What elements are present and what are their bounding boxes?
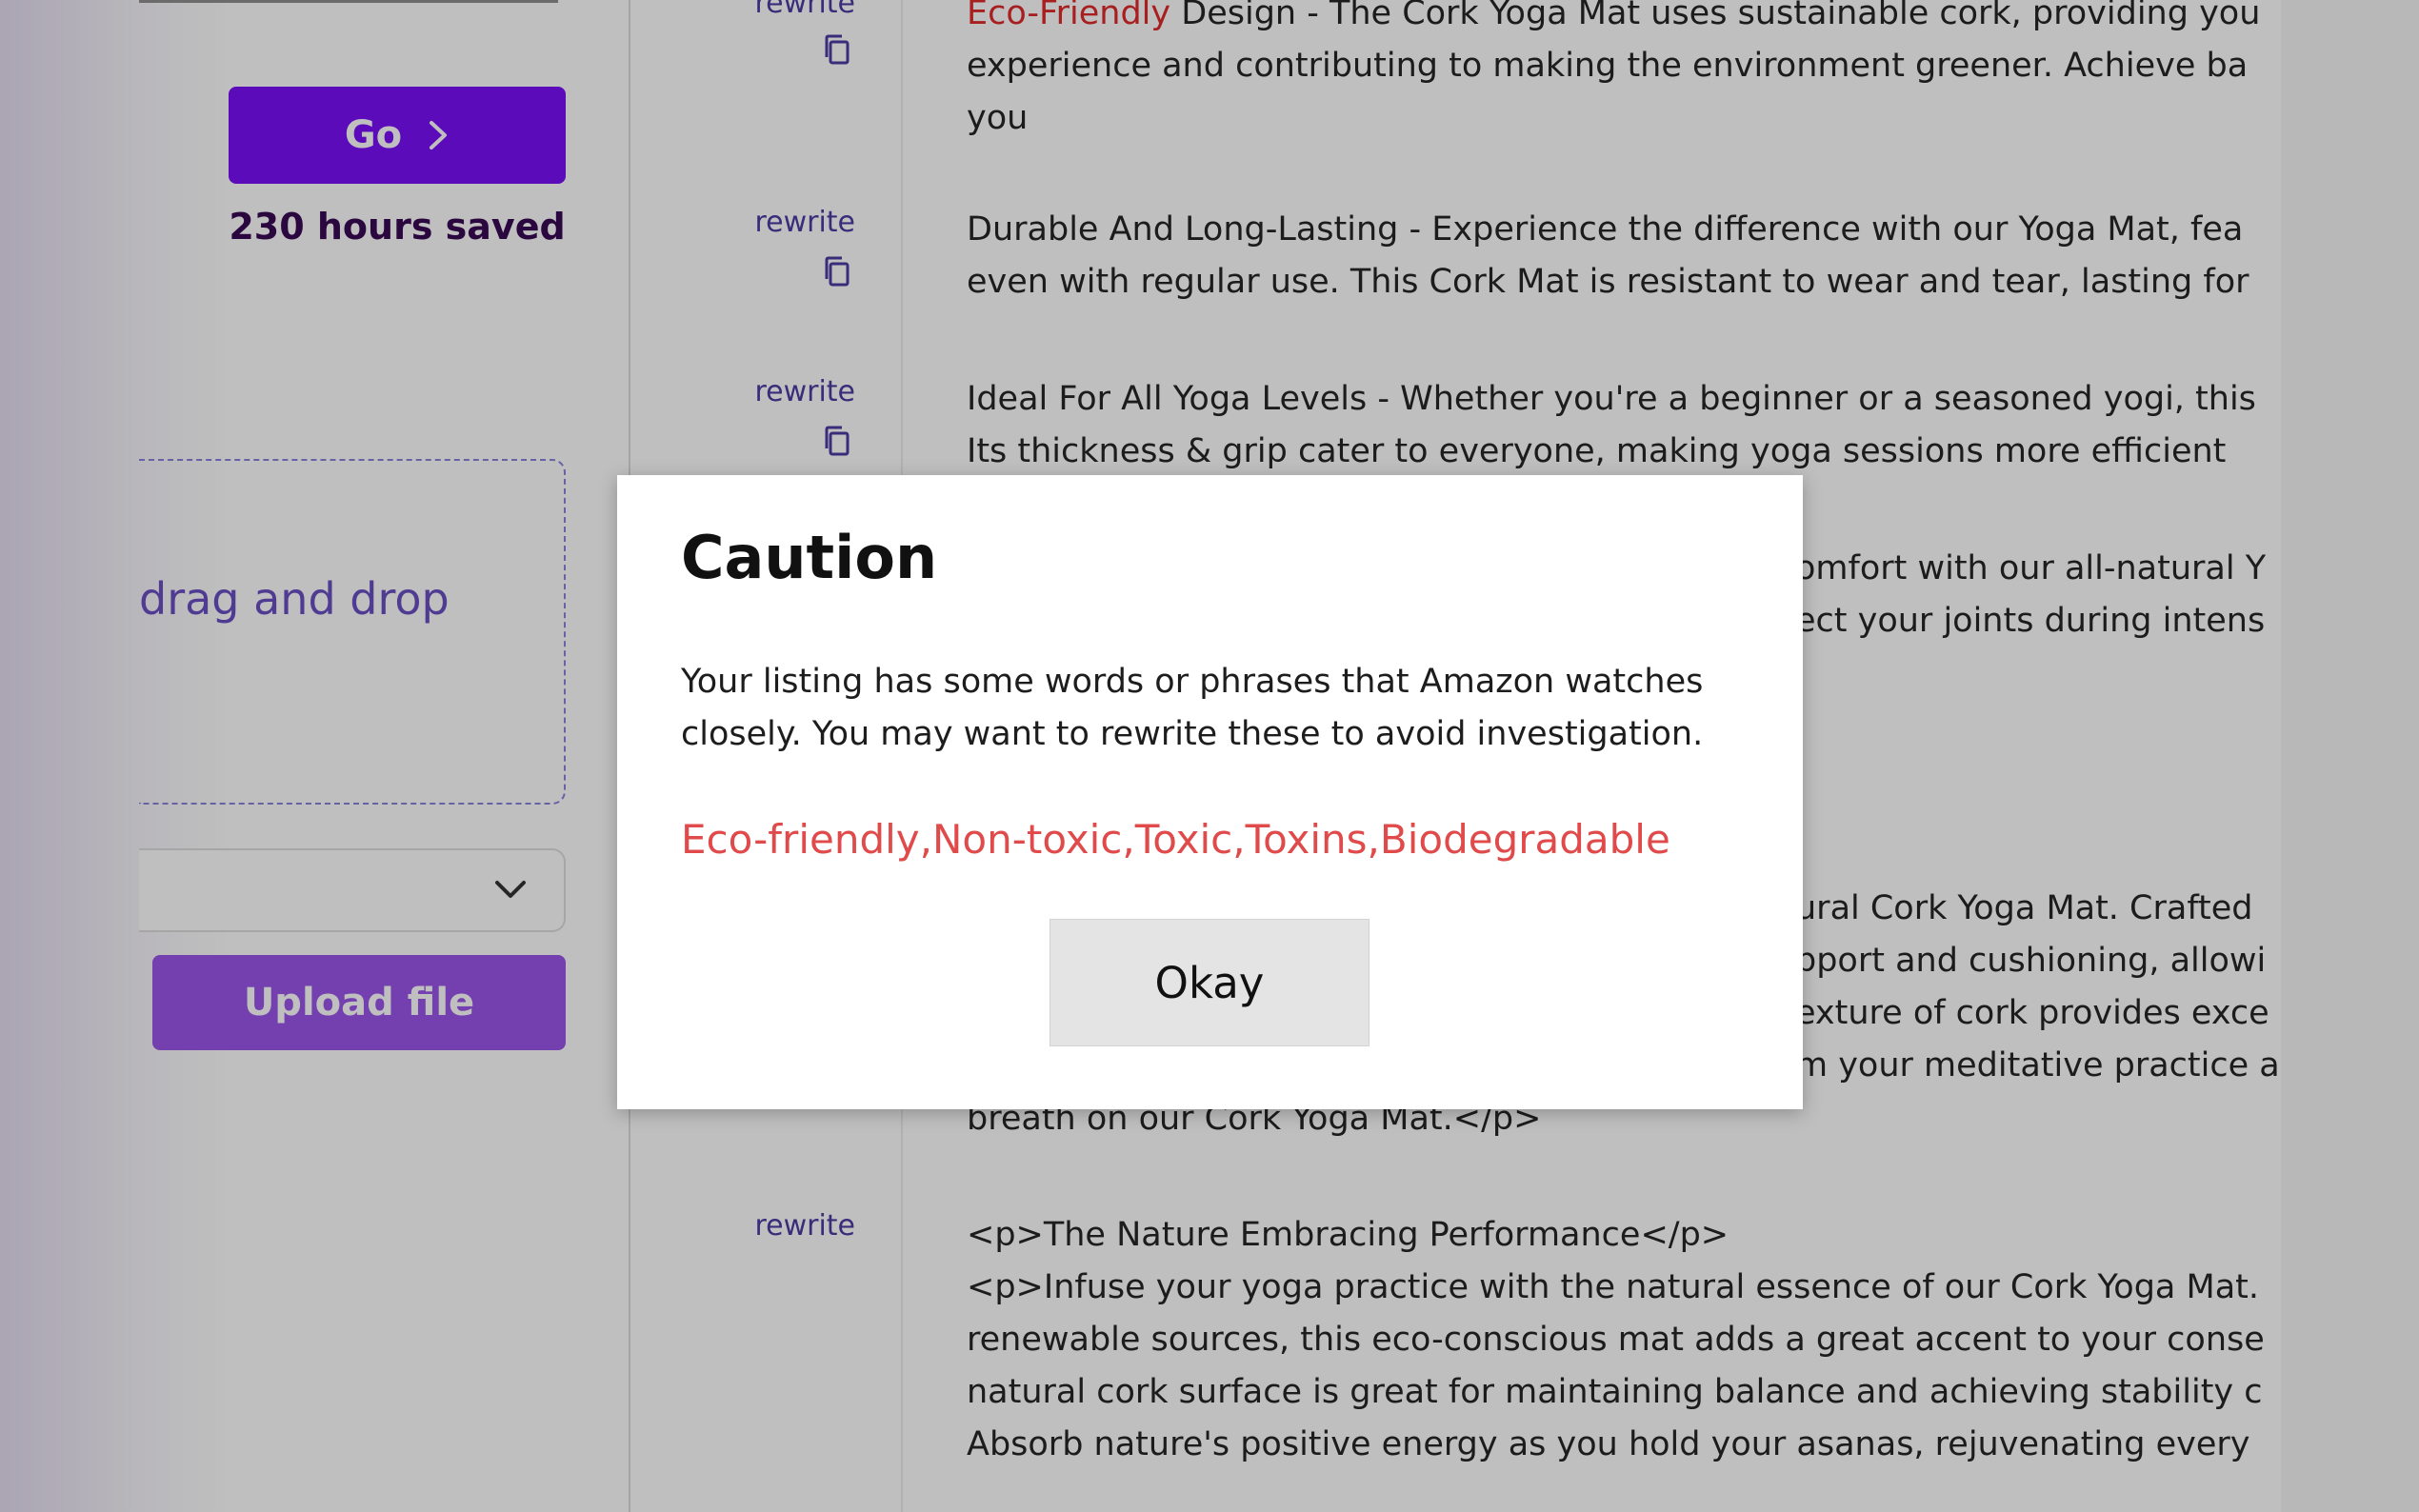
okay-button-label: Okay: [1154, 957, 1265, 1008]
caution-dialog: Caution Your listing has some words or p…: [617, 475, 1803, 1109]
flagged-words-list: Eco-friendly,Non-toxic,Toxic,Toxins,Biod…: [681, 816, 1670, 863]
okay-button[interactable]: Okay: [1050, 919, 1369, 1046]
dialog-title: Caution: [681, 523, 938, 592]
dialog-message: Your listing has some words or phrases t…: [681, 663, 1704, 753]
